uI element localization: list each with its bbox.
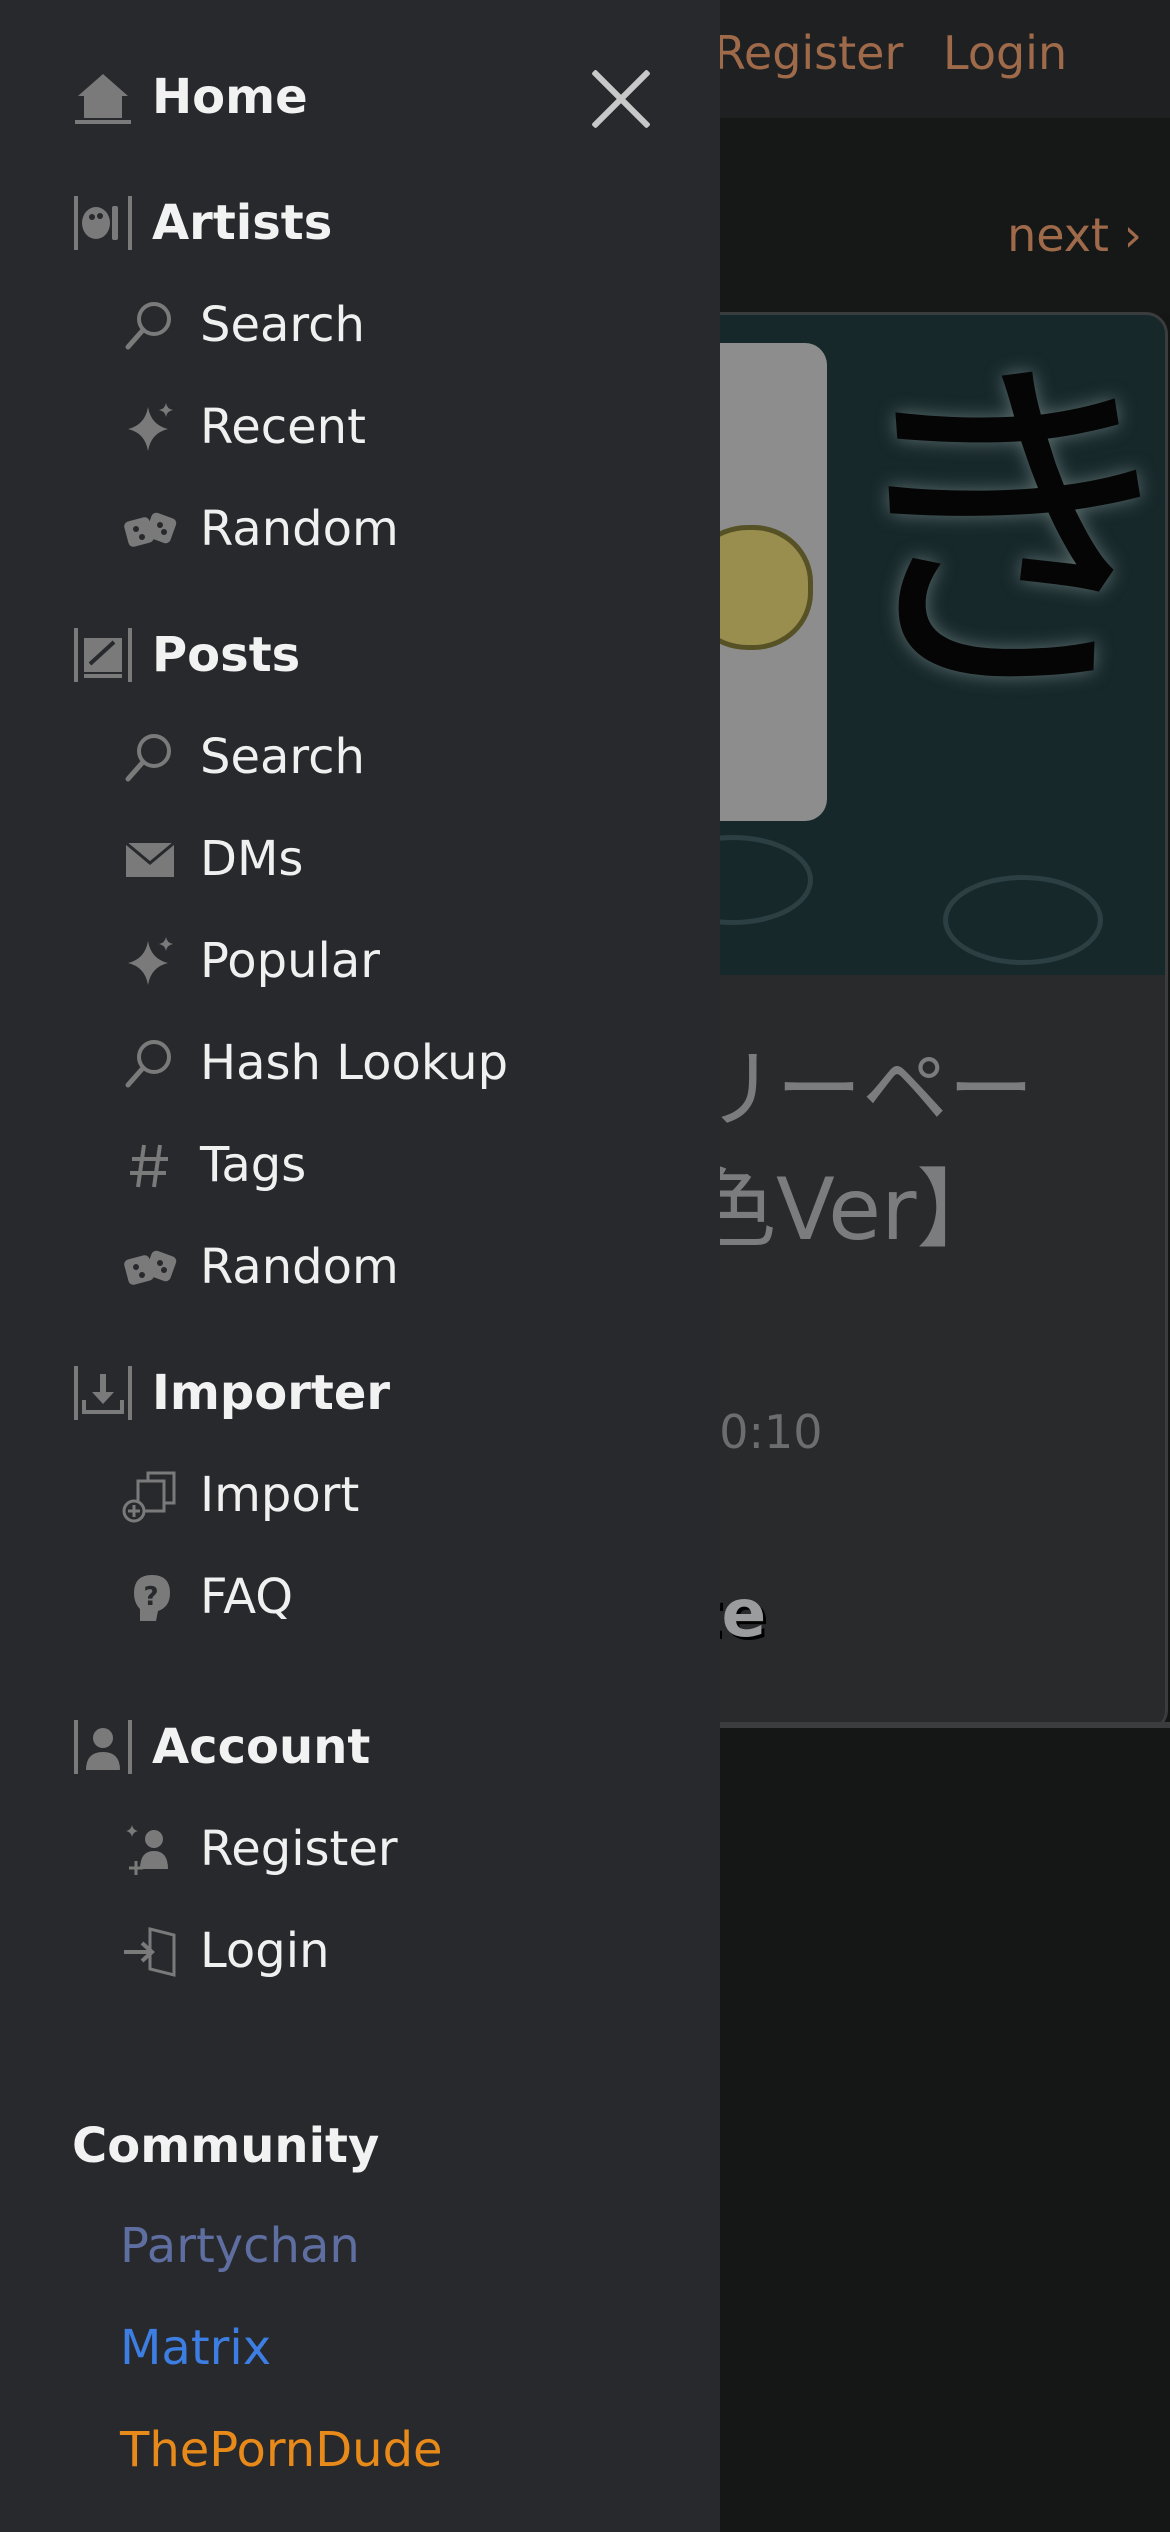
nav-account-register[interactable]: Register [120,1814,398,1884]
posts-icon [72,624,134,686]
importer-icon [72,1362,134,1424]
nav-home-label: Home [152,69,308,125]
account-icon [72,1716,134,1778]
community-heading: Community [72,2118,380,2174]
nav-posts-random[interactable]: Random [120,1232,399,1302]
close-drawer-button[interactable] [588,66,654,132]
header-login-link[interactable]: Login [943,26,1067,80]
nav-posts-search[interactable]: Search [120,722,365,792]
nav-artists-recent[interactable]: Recent [120,392,366,462]
nav-account-login[interactable]: Login [120,1916,330,1986]
nav-artists-label: Artists [152,195,333,251]
faq-icon: ? [120,1567,180,1627]
navigation-drawer: Home Artists Search Recent Random Posts … [0,0,720,2532]
header-register-link[interactable]: Register [714,26,903,80]
nav-posts-tags-label: Tags [200,1137,307,1193]
nav-home[interactable]: Home [72,62,308,132]
nav-posts[interactable]: Posts [72,620,300,690]
post-title: リーペー 色Ver】 [690,1040,1034,1260]
nav-posts-popular[interactable]: Popular [120,926,380,996]
login-icon [120,1921,180,1981]
community-link-matrix[interactable]: Matrix [120,2320,271,2376]
nav-importer-import[interactable]: Import [120,1460,359,1530]
search-icon [120,295,180,355]
nav-artists-search-label: Search [200,297,365,353]
nav-artists-random[interactable]: Random [120,494,399,564]
nav-account-label: Account [152,1719,371,1775]
post-thumbnail[interactable]: き [643,315,1168,975]
nav-posts-tags[interactable]: Tags [120,1130,306,1200]
import-icon [120,1465,180,1525]
community-link-theporndude[interactable]: ThePornDude [120,2422,443,2478]
svg-text:?: ? [143,1582,158,1612]
nav-account-register-label: Register [200,1821,398,1877]
nav-importer-faq[interactable]: ? FAQ [120,1562,293,1632]
nav-posts-random-label: Random [200,1239,399,1295]
search-icon [120,1033,180,1093]
nav-artists[interactable]: Artists [72,188,332,258]
nav-posts-hash-lookup[interactable]: Hash Lookup [120,1028,508,1098]
nav-importer-faq-label: FAQ [200,1569,293,1625]
nav-posts-popular-label: Popular [200,933,380,989]
nav-importer-label: Importer [152,1365,391,1421]
dice-icon [120,1237,180,1297]
envelope-icon [120,829,180,889]
nav-artists-recent-label: Recent [200,399,366,455]
nav-posts-label: Posts [152,627,301,683]
nav-posts-search-label: Search [200,729,365,785]
nav-importer-import-label: Import [200,1467,360,1523]
thumbnail-swirl [943,875,1103,965]
thumbnail-glyph: き [831,325,1168,744]
nav-artists-random-label: Random [200,501,399,557]
home-icon [72,66,134,128]
nav-posts-dms-label: DMs [200,831,304,887]
add-user-icon [120,1819,180,1879]
nav-account-login-label: Login [200,1923,330,1979]
sparkle-icon [120,397,180,457]
nav-artists-search[interactable]: Search [120,290,365,360]
nav-account[interactable]: Account [72,1712,370,1782]
palette-icon [72,192,134,254]
sparkle-icon [120,931,180,991]
dice-icon [120,499,180,559]
search-icon [120,727,180,787]
hash-icon [120,1135,180,1195]
community-link-partychan[interactable]: Partychan [120,2218,360,2274]
nav-importer[interactable]: Importer [72,1358,390,1428]
nav-posts-hash-lookup-label: Hash Lookup [200,1035,509,1091]
nav-posts-dms[interactable]: DMs [120,824,303,894]
next-page-link[interactable]: next › [1007,208,1142,262]
